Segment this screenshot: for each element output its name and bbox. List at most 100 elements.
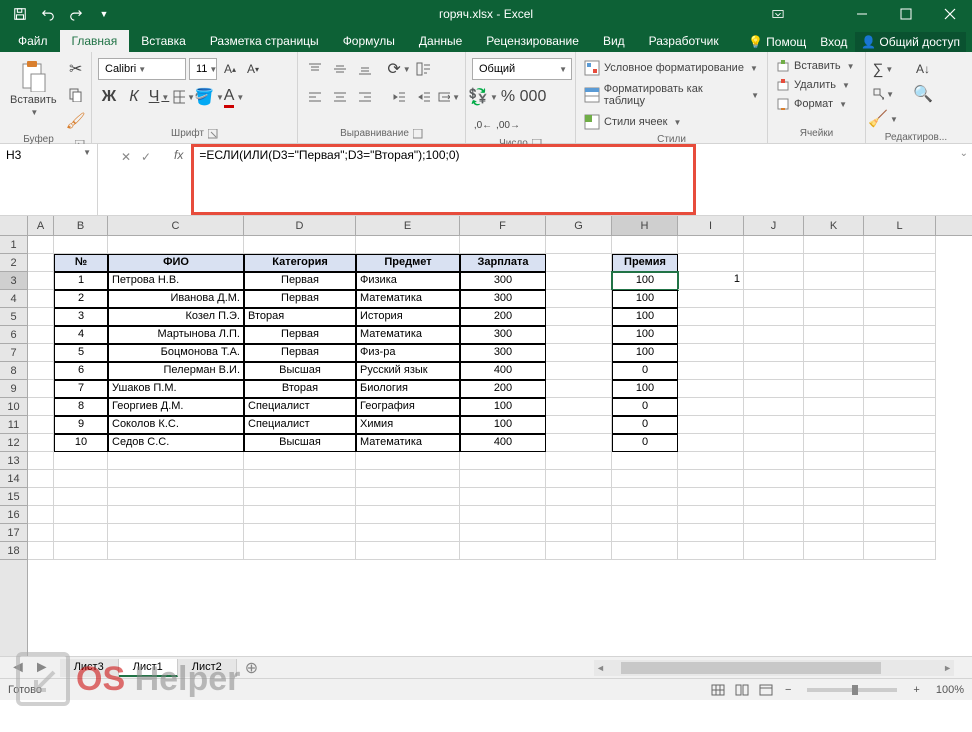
cell[interactable] xyxy=(28,434,54,452)
tab-home[interactable]: Главная xyxy=(60,30,130,52)
row-header[interactable]: 4 xyxy=(0,290,27,308)
cell[interactable]: 2 xyxy=(54,290,108,308)
cell[interactable]: 100 xyxy=(612,380,678,398)
font-size-combo[interactable]: 11▼ xyxy=(189,58,217,80)
cell[interactable]: Иванова Д.М. xyxy=(108,290,244,308)
add-sheet-button[interactable]: ⊕ xyxy=(237,658,266,678)
format-as-table-button[interactable]: Форматировать как таблицу▼ xyxy=(582,81,761,109)
row-header[interactable]: 9 xyxy=(0,380,27,398)
cell[interactable] xyxy=(108,488,244,506)
font-name-combo[interactable]: Calibri▼ xyxy=(98,58,186,80)
cell[interactable] xyxy=(460,236,546,254)
cell[interactable]: Предмет xyxy=(356,254,460,272)
cell[interactable] xyxy=(546,488,612,506)
cell[interactable]: Химия xyxy=(356,416,460,434)
increase-decimal-button[interactable]: ,0← xyxy=(472,114,494,136)
cell[interactable]: 100 xyxy=(612,272,678,290)
scrollbar-thumb[interactable] xyxy=(621,662,881,674)
sheet-nav-next[interactable]: ► xyxy=(34,659,50,677)
cell[interactable] xyxy=(54,470,108,488)
cell[interactable]: Биология xyxy=(356,380,460,398)
sheet-nav-prev[interactable]: ◄ xyxy=(10,659,26,677)
cell[interactable] xyxy=(54,506,108,524)
cell[interactable] xyxy=(744,506,804,524)
cell[interactable] xyxy=(28,326,54,344)
row-header[interactable]: 18 xyxy=(0,542,27,560)
autosum-button[interactable]: ∑▼ xyxy=(872,58,894,80)
cell[interactable] xyxy=(28,524,54,542)
minimize-button[interactable] xyxy=(840,0,884,28)
cell[interactable] xyxy=(244,452,356,470)
decrease-indent-button[interactable] xyxy=(388,86,410,108)
orientation-button[interactable]: ⟳▼ xyxy=(388,58,410,80)
horizontal-scrollbar[interactable]: ◄ ► xyxy=(594,660,954,676)
cell[interactable] xyxy=(460,524,546,542)
cell[interactable] xyxy=(864,434,936,452)
align-top-button[interactable] xyxy=(304,58,326,80)
cell[interactable] xyxy=(612,488,678,506)
cell[interactable] xyxy=(678,416,744,434)
cell[interactable] xyxy=(678,542,744,560)
cell[interactable] xyxy=(546,470,612,488)
zoom-level[interactable]: 100% xyxy=(928,684,964,696)
column-header[interactable]: H xyxy=(612,216,678,235)
tab-view[interactable]: Вид xyxy=(591,30,637,52)
format-cells-button[interactable]: Формат▼ xyxy=(774,96,857,112)
cell[interactable] xyxy=(744,362,804,380)
cell[interactable] xyxy=(864,308,936,326)
cell[interactable]: Первая xyxy=(244,290,356,308)
cell[interactable] xyxy=(678,380,744,398)
sheet-tab-list1[interactable]: Лист1 xyxy=(119,659,178,677)
cell[interactable] xyxy=(546,416,612,434)
cell[interactable]: География xyxy=(356,398,460,416)
column-header[interactable]: I xyxy=(678,216,744,235)
row-header[interactable]: 11 xyxy=(0,416,27,434)
cell[interactable] xyxy=(864,236,936,254)
cell[interactable] xyxy=(108,452,244,470)
cell[interactable] xyxy=(804,398,864,416)
cell[interactable] xyxy=(356,236,460,254)
cell[interactable] xyxy=(744,344,804,362)
conditional-formatting-button[interactable]: Условное форматирование▼ xyxy=(582,58,761,78)
align-right-button[interactable] xyxy=(354,86,376,108)
cell[interactable] xyxy=(54,452,108,470)
row-header[interactable]: 1 xyxy=(0,236,27,254)
merge-button[interactable]: ▼ xyxy=(438,86,460,108)
cell[interactable] xyxy=(864,470,936,488)
cell[interactable] xyxy=(356,506,460,524)
cut-button[interactable]: ✂ xyxy=(65,58,87,80)
copy-button[interactable] xyxy=(65,84,87,106)
cell[interactable]: 300 xyxy=(460,326,546,344)
cell[interactable]: 300 xyxy=(460,272,546,290)
cell[interactable] xyxy=(804,488,864,506)
cell[interactable]: 0 xyxy=(612,434,678,452)
align-middle-button[interactable] xyxy=(329,58,351,80)
cell[interactable] xyxy=(28,542,54,560)
cell[interactable] xyxy=(612,236,678,254)
cell[interactable] xyxy=(744,434,804,452)
align-bottom-button[interactable] xyxy=(354,58,376,80)
cell[interactable] xyxy=(678,254,744,272)
cell[interactable] xyxy=(744,236,804,254)
sheet-tab-list2[interactable]: Лист2 xyxy=(178,659,237,677)
cell[interactable] xyxy=(244,524,356,542)
cell[interactable] xyxy=(54,236,108,254)
cell[interactable] xyxy=(678,470,744,488)
row-header[interactable]: 2 xyxy=(0,254,27,272)
cell[interactable]: Первая xyxy=(244,326,356,344)
column-header[interactable]: L xyxy=(864,216,936,235)
cell[interactable] xyxy=(678,290,744,308)
cell[interactable]: Георгиев Д.М. xyxy=(108,398,244,416)
cell[interactable] xyxy=(744,326,804,344)
dialog-launcher-icon[interactable] xyxy=(208,129,218,139)
decrease-font-button[interactable]: A▾ xyxy=(243,59,263,79)
cell[interactable] xyxy=(546,290,612,308)
comma-button[interactable]: 000 xyxy=(522,86,544,108)
cell[interactable] xyxy=(28,416,54,434)
cell[interactable] xyxy=(108,542,244,560)
cell[interactable] xyxy=(108,470,244,488)
row-header[interactable]: 8 xyxy=(0,362,27,380)
cell[interactable]: Соколов К.С. xyxy=(108,416,244,434)
cell[interactable] xyxy=(546,308,612,326)
underline-button[interactable]: Ч▼ xyxy=(148,86,170,108)
